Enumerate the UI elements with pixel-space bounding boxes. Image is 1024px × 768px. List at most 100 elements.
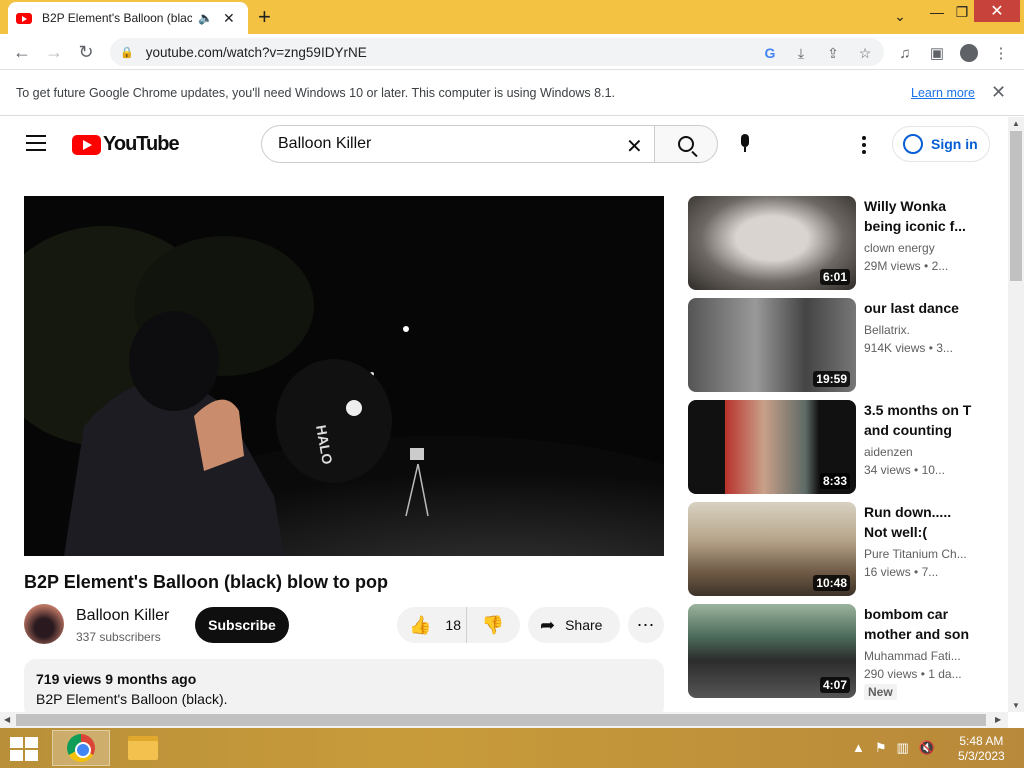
bookmark-star-icon[interactable]: ☆ (856, 44, 874, 62)
side-panel-icon[interactable]: ▣ (928, 44, 946, 62)
action-center-flag-icon[interactable]: ⚑ (875, 740, 887, 756)
recommendation-meta: 29M views • 2... (864, 259, 949, 273)
tab-close-icon[interactable]: ✕ (223, 10, 235, 27)
recommendation-meta: 914K views • 3... (864, 341, 953, 355)
tab-title: B2P Element's Balloon (black (42, 11, 192, 25)
address-bar[interactable]: 🔒 youtube.com/watch?v=zng59IDYrNE G ⤓ ⇪ … (110, 38, 884, 66)
search-input[interactable]: Balloon Killer (261, 125, 655, 163)
windows-start-icon[interactable] (10, 737, 38, 761)
profile-icon[interactable] (960, 44, 978, 62)
horizontal-scrollbar[interactable]: ◀ ▶ (0, 712, 1008, 728)
reload-button[interactable]: ↻ (74, 40, 98, 64)
hamburger-menu-icon[interactable] (26, 135, 46, 151)
youtube-play-icon (72, 134, 101, 155)
install-app-icon[interactable]: ⤓ (792, 44, 810, 62)
forward-button[interactable]: → (42, 40, 66, 64)
recommendation-meta: 34 views • 10... (864, 463, 945, 477)
account-icon (903, 134, 923, 154)
window-close-button[interactable]: ✕ (974, 0, 1020, 22)
tab-search-chevron-icon[interactable]: ⌄ (886, 4, 914, 28)
recommendation-item[interactable]: 4:07 bombom car mother and son Muhammad … (688, 604, 988, 700)
share-page-icon[interactable]: ⇪ (824, 44, 842, 62)
duration-badge: 19:59 (813, 371, 850, 387)
minimize-button[interactable]: — (924, 0, 950, 24)
system-tray: ▲ ⚑ ▥ 🔇 (852, 740, 935, 756)
taskbar-file-explorer[interactable] (114, 730, 172, 766)
search-icon (678, 136, 694, 152)
infobar-close-icon[interactable]: ✕ (991, 82, 1006, 103)
video-player[interactable]: HALO (24, 196, 664, 556)
tray-expand-icon[interactable]: ▲ (852, 740, 865, 756)
duration-badge: 4:07 (819, 677, 850, 693)
restore-button[interactable]: ❐ (950, 0, 974, 24)
settings-kebab-icon[interactable] (862, 136, 866, 154)
browser-tab-strip: B2P Element's Balloon (black 🔈 ✕ + ⌄ — ❐… (0, 0, 1024, 34)
media-control-icon[interactable]: ♫ (896, 44, 914, 62)
new-tab-button[interactable]: + (258, 4, 271, 30)
chrome-icon (67, 734, 95, 762)
sign-in-button[interactable]: Sign in (892, 126, 990, 162)
clock-date: 5/3/2023 (958, 749, 1005, 763)
voice-search-icon[interactable] (739, 134, 751, 154)
video-thumbnail[interactable]: 4:07 (688, 604, 856, 698)
volume-muted-icon[interactable]: 🔇 (919, 740, 935, 756)
lock-icon[interactable]: 🔒 (120, 46, 134, 59)
share-label: Share (565, 617, 603, 633)
recommendation-title[interactable]: our last dance (864, 298, 974, 318)
scroll-down-icon[interactable]: ▼ (1012, 701, 1020, 710)
horizontal-scroll-thumb[interactable] (16, 714, 986, 726)
recommendation-meta: 16 views • 7... (864, 565, 939, 579)
subscribe-button[interactable]: Subscribe (195, 607, 289, 643)
recommendation-title[interactable]: bombom car mother and son (864, 604, 974, 644)
duration-badge: 6:01 (819, 269, 850, 285)
scroll-left-icon[interactable]: ◀ (4, 715, 10, 724)
video-title: B2P Element's Balloon (black) blow to po… (24, 572, 388, 592)
channel-avatar[interactable] (24, 604, 64, 644)
recommendation-item[interactable]: 6:01 Willy Wonka being iconic f... clown… (688, 196, 988, 290)
like-button[interactable]: 👍 18 (397, 607, 467, 643)
dislike-button[interactable]: 👎 (467, 615, 519, 636)
description-box[interactable]: 719 views 9 months ago B2P Element's Bal… (24, 659, 664, 719)
duration-badge: 8:33 (819, 473, 850, 489)
speaker-icon[interactable]: 🔈 (198, 11, 213, 25)
browser-tab[interactable]: B2P Element's Balloon (black 🔈 ✕ (8, 2, 248, 34)
channel-name[interactable]: Balloon Killer (76, 607, 169, 625)
recommendation-item[interactable]: 19:59 our last dance Bellatrix. 914K vie… (688, 298, 988, 392)
back-button[interactable]: ← (10, 40, 34, 64)
youtube-header: YouTube Balloon Killer ✕ Sign in (0, 117, 1008, 173)
network-icon[interactable]: ▥ (897, 740, 909, 756)
recommendation-channel[interactable]: clown energy (864, 241, 974, 255)
recommendation-title[interactable]: 3.5 months on T and counting (864, 400, 974, 440)
scroll-up-icon[interactable]: ▲ (1012, 119, 1020, 128)
vertical-scroll-thumb[interactable] (1010, 131, 1022, 281)
video-frame: HALO (24, 196, 664, 556)
windows-taskbar: ▲ ⚑ ▥ 🔇 5:48 AM 5/3/2023 (0, 728, 1024, 768)
recommendation-title[interactable]: Willy Wonka being iconic f... (864, 196, 974, 236)
chrome-menu-icon[interactable]: ⋮ (992, 44, 1010, 62)
scroll-right-icon[interactable]: ▶ (995, 715, 1001, 724)
recommendation-channel[interactable]: Muhammad Fati... (864, 649, 974, 663)
sign-in-label: Sign in (931, 136, 978, 152)
video-thumbnail[interactable]: 8:33 (688, 400, 856, 494)
search-button[interactable] (654, 125, 718, 163)
recommendation-channel[interactable]: Pure Titanium Ch... (864, 547, 974, 561)
learn-more-link[interactable]: Learn more (911, 86, 975, 100)
video-thumbnail[interactable]: 19:59 (688, 298, 856, 392)
recommendation-channel[interactable]: aidenzen (864, 445, 974, 459)
taskbar-clock[interactable]: 5:48 AM 5/3/2023 (958, 734, 1005, 764)
video-thumbnail[interactable]: 10:48 (688, 502, 856, 596)
clear-search-icon[interactable]: ✕ (626, 134, 643, 159)
google-translate-icon[interactable]: G (761, 44, 779, 62)
vertical-scrollbar[interactable]: ▲ ▼ (1008, 117, 1024, 712)
youtube-logo[interactable]: YouTube (72, 133, 180, 156)
recommendation-channel[interactable]: Bellatrix. (864, 323, 974, 337)
view-count-date: 719 views 9 months ago (36, 671, 197, 687)
recommendation-title[interactable]: Run down..... Not well:( (864, 502, 974, 542)
share-button[interactable]: ➦ Share (528, 607, 620, 643)
infobar-message: To get future Google Chrome updates, you… (16, 86, 615, 100)
video-thumbnail[interactable]: 6:01 (688, 196, 856, 290)
recommendation-item[interactable]: 10:48 Run down..... Not well:( Pure Tita… (688, 502, 988, 596)
taskbar-chrome[interactable] (52, 730, 110, 766)
recommendation-item[interactable]: 8:33 3.5 months on T and counting aidenz… (688, 400, 988, 494)
more-actions-icon[interactable]: ⋯ (628, 607, 664, 643)
